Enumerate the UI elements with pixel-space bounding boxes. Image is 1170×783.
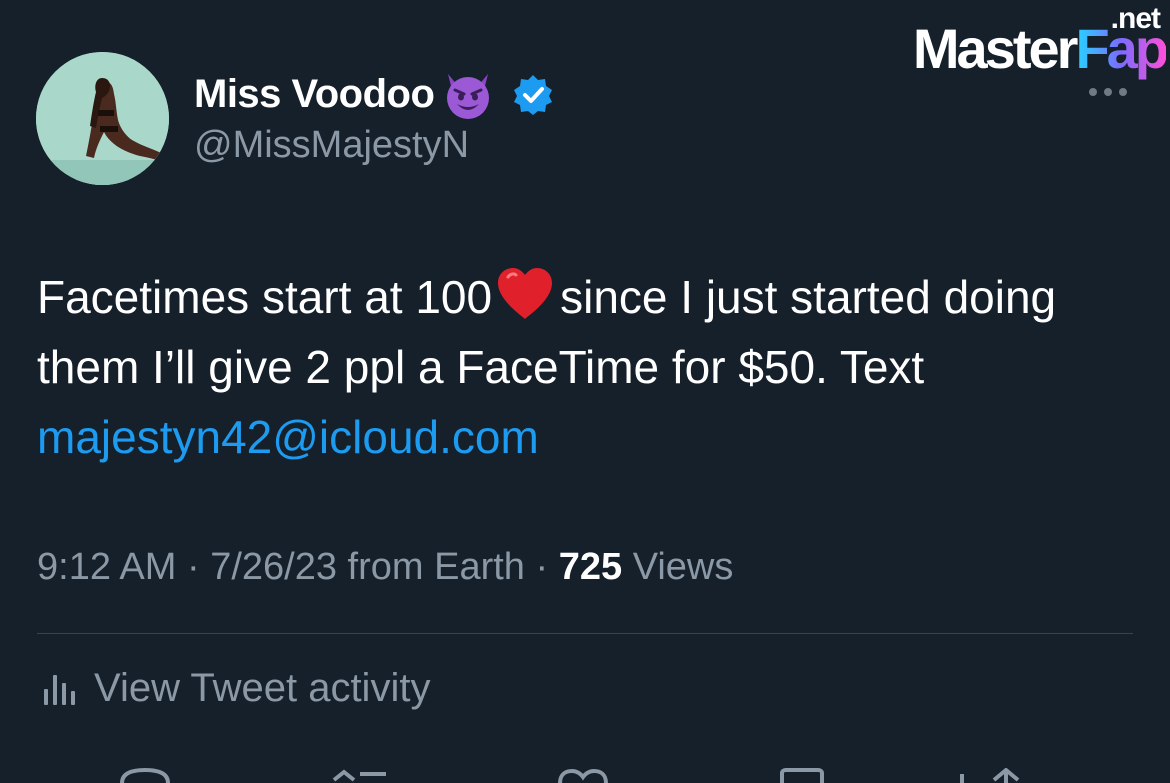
retweet-icon[interactable] — [330, 768, 390, 783]
watermark-brand: MasterFap — [912, 16, 1169, 81]
author-name-row[interactable]: Miss Voodoo — [194, 66, 554, 122]
tweet-action-bar — [0, 767, 1170, 783]
red-heart-emoji-icon — [494, 265, 556, 321]
tweet-meta: 9:12 AM · 7/26/23 from Earth · 725 Views — [37, 546, 733, 589]
tweet-time[interactable]: 9:12 AM — [37, 546, 176, 588]
tweet-text-part1: Facetimes start at 100 — [37, 271, 493, 323]
meta-separator: · — [524, 546, 559, 588]
share-icon[interactable] — [958, 767, 1038, 783]
bookmark-icon[interactable] — [778, 768, 826, 783]
smiling-devil-emoji-icon — [440, 66, 496, 122]
avatar[interactable] — [36, 52, 169, 185]
tweet-date[interactable]: 7/26/23 — [210, 546, 337, 588]
avatar-photo — [36, 52, 169, 185]
view-tweet-activity-label: View Tweet activity — [94, 666, 431, 710]
more-options-icon[interactable] — [1086, 80, 1130, 100]
tweet-text: Facetimes start at 100 since I just start… — [37, 262, 1127, 472]
tweet-email-link[interactable]: majestyn42@icloud.com — [37, 411, 539, 463]
watermark-brand-b: Fap — [1075, 17, 1169, 80]
views-label: Views — [622, 546, 734, 588]
verified-badge-icon[interactable] — [512, 73, 554, 115]
more-options-dots — [1089, 88, 1127, 96]
watermark-brand-a: Master — [912, 17, 1079, 80]
bar-chart-icon — [40, 669, 80, 709]
divider — [37, 633, 1133, 634]
meta-separator: · — [176, 546, 211, 588]
tweet-detail-screen: .net MasterFap Miss Voodoo — [0, 0, 1170, 783]
author-display-name[interactable]: Miss Voodoo — [194, 72, 435, 117]
heart-icon[interactable] — [556, 768, 610, 783]
tweet-source: from Earth — [337, 546, 525, 588]
site-watermark: .net MasterFap — [866, 2, 1169, 82]
reply-icon[interactable] — [118, 767, 172, 783]
author-handle[interactable]: @MissMajestyN — [194, 124, 469, 167]
view-tweet-activity-button[interactable]: View Tweet activity — [40, 666, 430, 711]
views-count: 725 — [558, 546, 623, 588]
